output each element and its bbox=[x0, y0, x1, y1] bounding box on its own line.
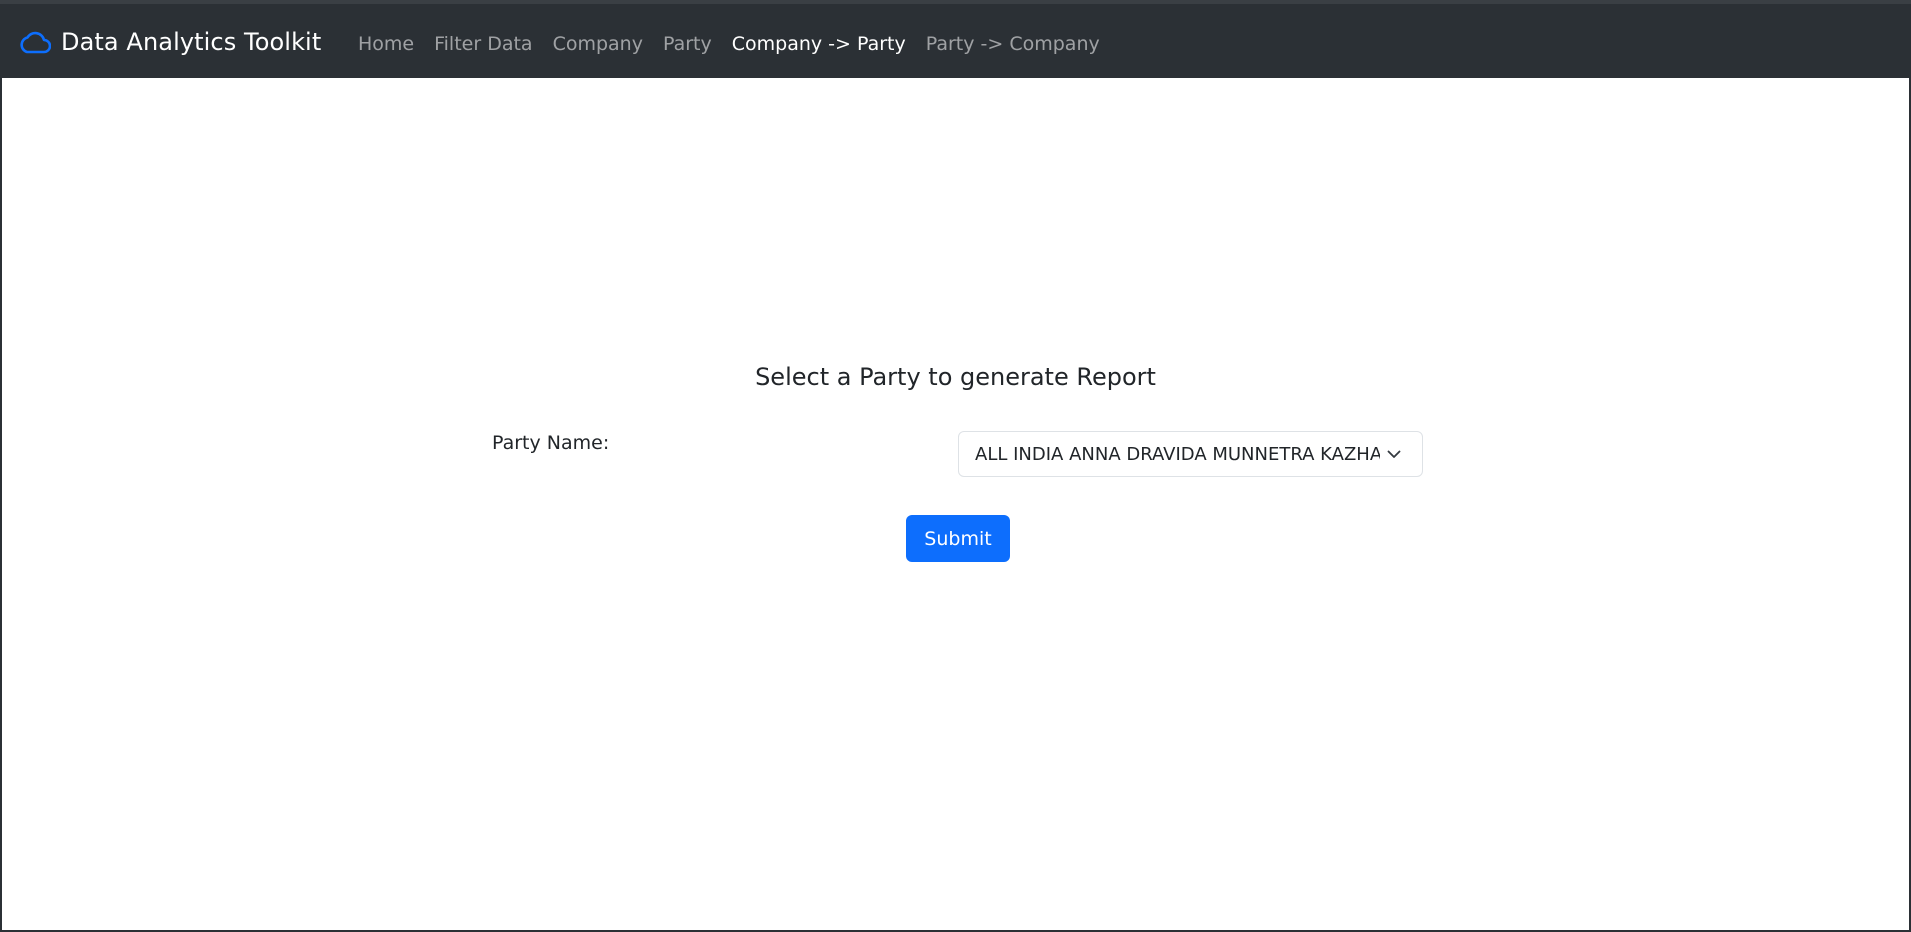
nav-link-company[interactable]: Company bbox=[553, 33, 643, 55]
form-heading: Select a Party to generate Report bbox=[755, 363, 1156, 391]
brand[interactable]: Data Analytics Toolkit bbox=[19, 24, 321, 60]
brand-title: Data Analytics Toolkit bbox=[61, 28, 322, 56]
cloud-icon bbox=[19, 29, 51, 55]
chevron-down-icon bbox=[1386, 446, 1402, 466]
top-navbar: Data Analytics Toolkit Home Filter Data … bbox=[0, 0, 1911, 78]
nav-link-filter-data[interactable]: Filter Data bbox=[434, 33, 532, 55]
party-name-select[interactable]: ALL INDIA ANNA DRAVIDA MUNNETRA KAZHAGAM bbox=[958, 431, 1423, 477]
nav-link-party[interactable]: Party bbox=[663, 33, 712, 55]
nav-link-home[interactable]: Home bbox=[358, 33, 414, 55]
nav-link-company-to-party[interactable]: Company -> Party bbox=[732, 33, 906, 55]
party-name-select-value: ALL INDIA ANNA DRAVIDA MUNNETRA KAZHAGAM bbox=[975, 443, 1380, 465]
main-content: Select a Party to generate Report Party … bbox=[2, 78, 1909, 930]
nav-links: Home Filter Data Company Party Company -… bbox=[358, 28, 1120, 60]
submit-button[interactable]: Submit bbox=[906, 515, 1010, 562]
party-name-label: Party Name: bbox=[492, 432, 610, 454]
nav-link-party-to-company[interactable]: Party -> Company bbox=[926, 33, 1100, 55]
browser-window: Data Analytics Toolkit Home Filter Data … bbox=[0, 0, 1911, 932]
